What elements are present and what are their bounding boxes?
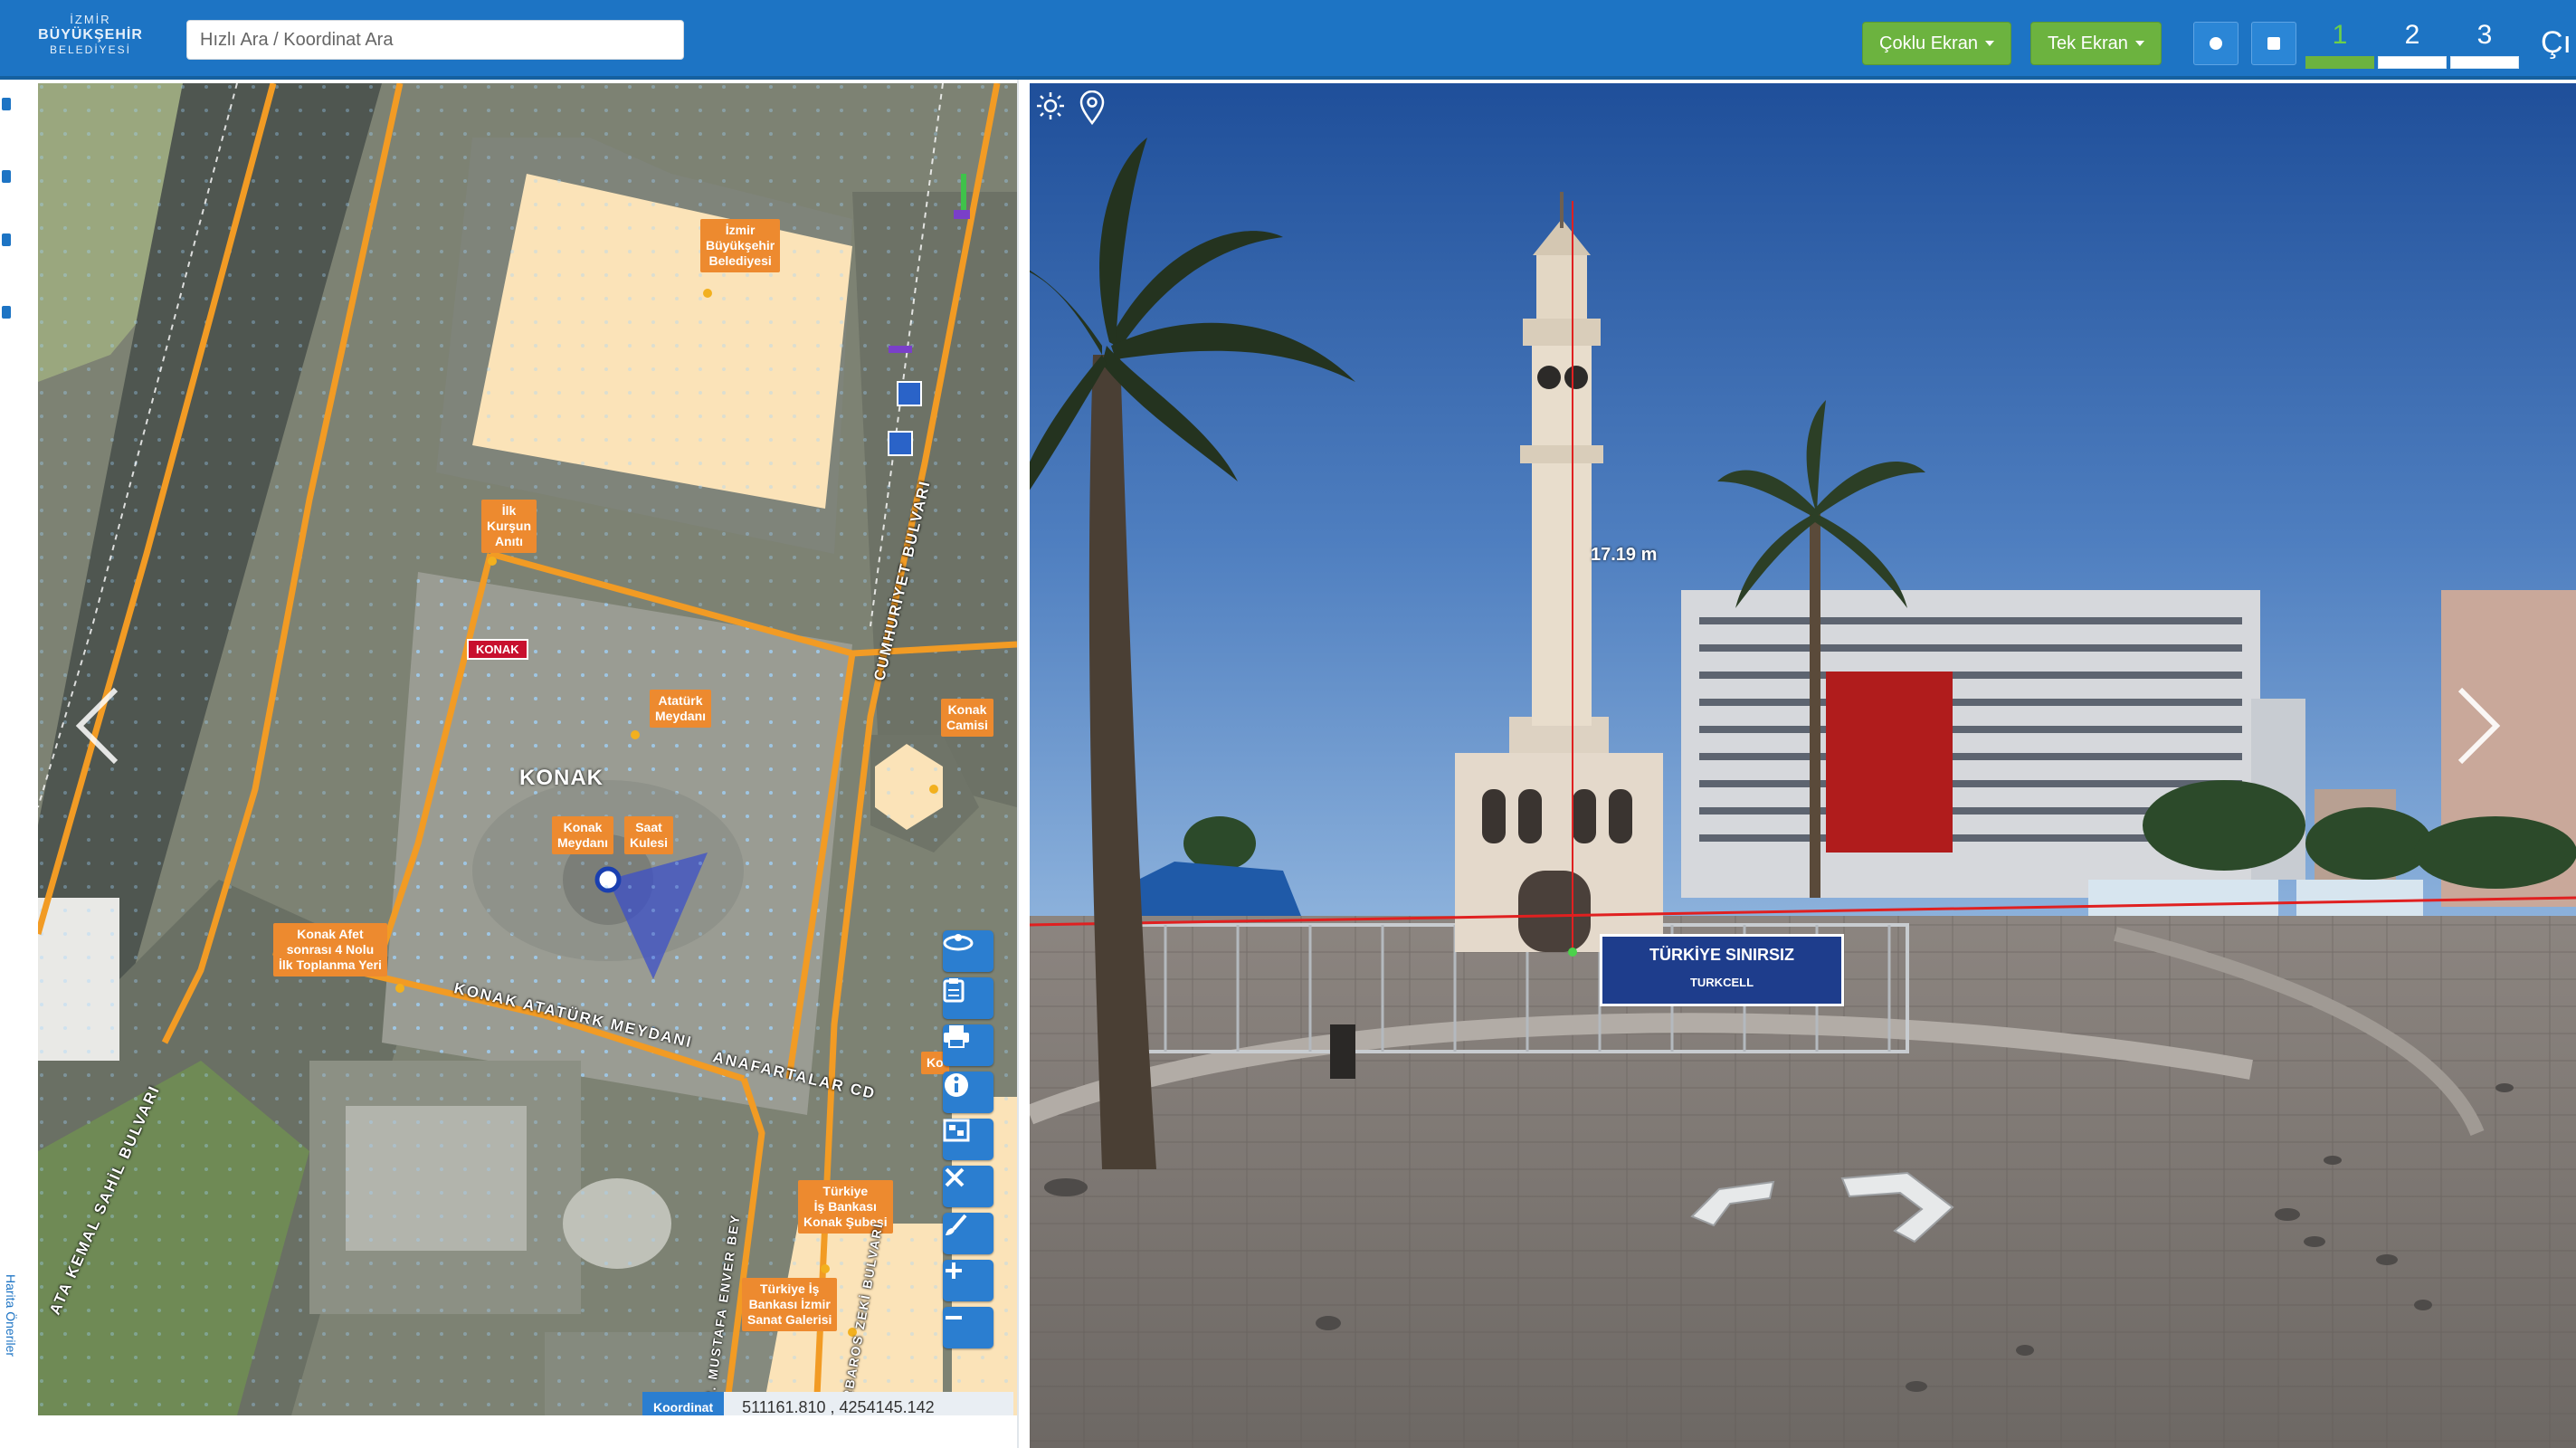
strip-marker[interactable] — [2, 233, 11, 246]
strip-marker[interactable] — [2, 98, 11, 110]
move-left-arrow-icon[interactable] — [1683, 1173, 1782, 1236]
print-tool[interactable] — [943, 1024, 993, 1066]
app-logo[interactable]: İZMİR BÜYÜKŞEHİR BELEDİYESİ — [27, 13, 154, 69]
move-forward-arrow-icon[interactable] — [1835, 1167, 1962, 1249]
map-panel[interactable]: İzmir Büyükşehir Belediyesi İlk Kurşun A… — [38, 83, 1017, 1415]
app-header: İZMİR BÜYÜKŞEHİR BELEDİYESİ Çoklu Ekran … — [0, 0, 2576, 80]
coordinate-value[interactable]: 511161.810 , 4254145.142 — [724, 1392, 1013, 1415]
logo-line1: İZMİR — [70, 13, 111, 26]
tower-height-label: 17.19 m — [1591, 545, 1658, 565]
map-label-ataturk-meydani[interactable]: Atatürk Meydanı — [650, 690, 712, 728]
single-screen-label: Tek Ekran — [2048, 33, 2128, 53]
info-icon — [945, 1073, 968, 1097]
multi-screen-button[interactable]: Çoklu Ekran — [1862, 22, 2011, 65]
delete-button[interactable] — [2251, 22, 2296, 65]
search-input[interactable] — [186, 20, 684, 60]
strip-marker[interactable] — [2, 306, 11, 319]
chevron-right-icon[interactable] — [2447, 681, 2510, 771]
page-1[interactable]: 1 — [2305, 20, 2374, 51]
street-view-panel[interactable]: 17.19 m TÜRKİYE SINIRSIZ TURKCELL — [1030, 83, 2576, 1448]
brush-icon — [946, 1214, 967, 1235]
page-3-indicator[interactable] — [2450, 56, 2519, 69]
coordinate-label: Koordinat — [642, 1392, 725, 1415]
draw-tool[interactable] — [943, 1213, 993, 1254]
zoom-in-icon — [946, 1262, 962, 1279]
trash-icon — [2267, 37, 2280, 50]
map-area-title: KONAK — [519, 766, 604, 790]
strip-vertical-text: Harita Öneriler — [4, 1274, 18, 1358]
pane-divider[interactable] — [1017, 80, 1030, 1448]
chevron-down-icon — [2134, 41, 2144, 46]
map-label-is-bankasi-galeri[interactable]: Türkiye İş Bankası İzmir Sanat Galerisi — [742, 1278, 838, 1331]
map-label-saat-kulesi[interactable]: Saat Kulesi — [624, 816, 674, 854]
coordinate-bar: Koordinat 511161.810 , 4254145.142 — [642, 1392, 1013, 1415]
map-label-konak-camisi[interactable]: Konak Camisi — [941, 699, 993, 737]
circle-icon — [2210, 37, 2222, 50]
zoom-out-button[interactable] — [943, 1307, 993, 1348]
street-view-icon — [943, 934, 974, 951]
page-2[interactable]: 2 — [2378, 20, 2447, 51]
location-button[interactable] — [1079, 90, 1118, 130]
zoom-out-icon — [946, 1316, 962, 1319]
zoom-in-button[interactable] — [943, 1260, 993, 1301]
chevron-left-icon[interactable] — [71, 681, 125, 771]
logo-line3: BELEDİYESİ — [49, 43, 132, 56]
clipboard-icon — [943, 978, 965, 1003]
strip-marker[interactable] — [2, 170, 11, 183]
header-trail-text[interactable]: Çı — [2541, 25, 2571, 61]
map-label-izmir-bb[interactable]: İzmir Büyükşehir Belediyesi — [700, 219, 781, 272]
brightness-icon — [1037, 92, 1064, 119]
page-2-indicator[interactable] — [2378, 56, 2447, 69]
single-screen-button[interactable]: Tek Ekran — [2030, 22, 2162, 65]
layers-icon — [943, 1119, 970, 1142]
turkcell-banner: TÜRKİYE SINIRSIZ TURKCELL — [1600, 934, 1844, 1006]
report-tool[interactable] — [943, 977, 993, 1019]
screen-pager: 1 2 3 — [2305, 20, 2523, 69]
info-tool[interactable] — [943, 1072, 993, 1113]
street-view-tool[interactable] — [943, 930, 993, 972]
map-label-toplanma[interactable]: Konak Afet sonrası 4 Nolu İlk Toplanma Y… — [273, 923, 387, 976]
close-icon — [945, 1167, 965, 1187]
chevron-down-icon — [1984, 41, 1994, 46]
print-icon — [944, 1025, 969, 1048]
map-label-konak-meydani[interactable]: Konak Meydanı — [552, 816, 614, 854]
page-3[interactable]: 3 — [2450, 20, 2519, 51]
banner-subtitle: TURKCELL — [1689, 976, 1754, 989]
location-pin-icon — [1079, 90, 1105, 125]
panorama-image[interactable] — [1030, 83, 2576, 1448]
logo-line2: BÜYÜKŞEHİR — [38, 27, 143, 43]
multi-screen-label: Çoklu Ekran — [1879, 33, 1978, 53]
brightness-button[interactable] — [1035, 90, 1075, 130]
settings-button[interactable] — [2193, 22, 2239, 65]
map-label-ilk-kursun[interactable]: İlk Kurşun Anıtı — [481, 500, 537, 553]
page-1-indicator[interactable] — [2305, 56, 2374, 69]
banner-title: TÜRKİYE SINIRSIZ — [1649, 946, 1794, 964]
clear-tool[interactable] — [943, 1166, 993, 1207]
district-badge: KONAK — [467, 639, 528, 660]
layers-tool[interactable] — [943, 1119, 993, 1160]
left-toolbar: Harita Öneriler — [0, 80, 38, 1448]
